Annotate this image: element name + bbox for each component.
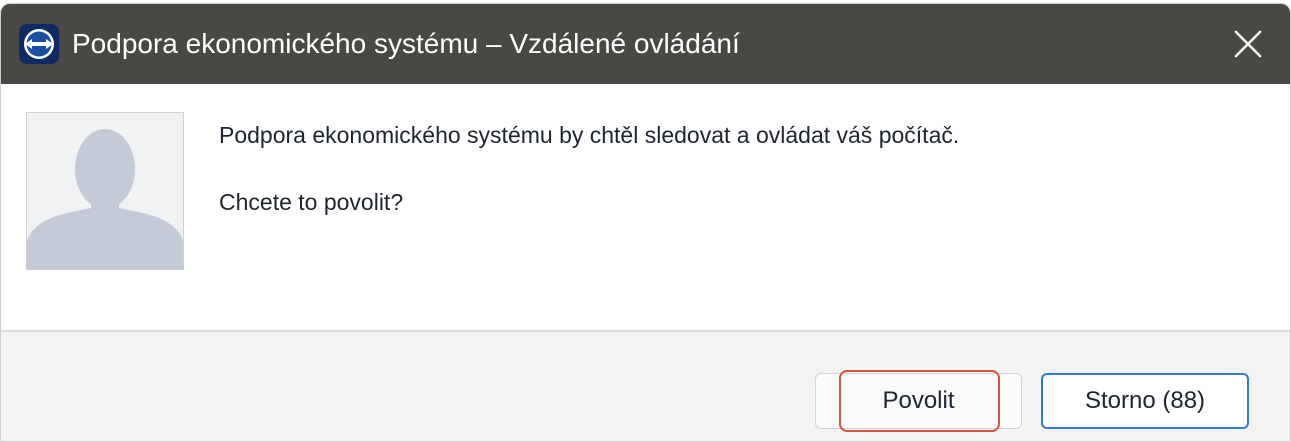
- allow-button[interactable]: Povolit: [815, 373, 1022, 429]
- message-question: Chcete to povolit?: [219, 189, 404, 215]
- title-bar: Podpora ekonomického systému – Vzdálené …: [1, 4, 1290, 84]
- window-title: Podpora ekonomického systému – Vzdálené …: [72, 28, 740, 59]
- avatar: [26, 112, 184, 270]
- close-button[interactable]: [1228, 24, 1268, 64]
- cancel-button[interactable]: Storno (88): [1041, 373, 1249, 429]
- close-icon: [1234, 30, 1262, 58]
- message-request: Podpora ekonomického systému by chtěl sl…: [219, 122, 960, 148]
- dialog-body: Podpora ekonomického systému by chtěl sl…: [1, 84, 1290, 330]
- teamviewer-icon: [18, 23, 60, 65]
- remote-control-dialog: Podpora ekonomického systému – Vzdálené …: [0, 3, 1291, 442]
- user-silhouette-icon: [27, 113, 183, 269]
- dialog-footer: Povolit Storno (88): [1, 332, 1290, 441]
